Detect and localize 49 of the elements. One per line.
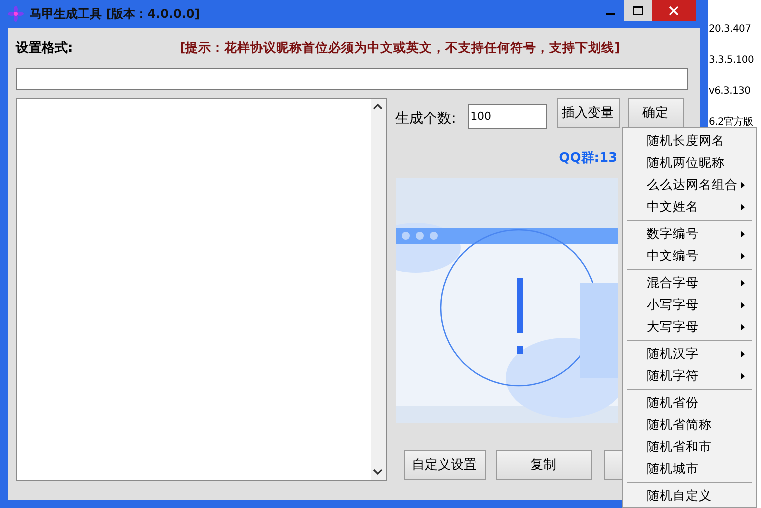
background-list-item: 3.3.5.100 bbox=[709, 54, 756, 68]
copy-button[interactable]: 复制 bbox=[496, 450, 592, 480]
custom-settings-button[interactable]: 自定义设置 bbox=[404, 450, 486, 480]
submenu-arrow-icon bbox=[741, 302, 745, 308]
menu-item[interactable]: 大写字母 bbox=[625, 316, 754, 338]
background-list-item: 6.2官方版 bbox=[709, 116, 754, 130]
background-list-item: 20.3.407 bbox=[709, 23, 752, 37]
submenu-arrow-icon bbox=[741, 230, 745, 238]
menu-item[interactable]: 小写字母 bbox=[625, 294, 754, 316]
close-button[interactable] bbox=[652, 0, 696, 21]
menu-item[interactable]: 随机省份 bbox=[625, 392, 754, 414]
maximize-icon bbox=[633, 6, 643, 16]
menu-item[interactable]: 数字编号 bbox=[625, 223, 754, 245]
menu-item[interactable]: 中文姓名 bbox=[625, 196, 754, 218]
minimize-icon bbox=[606, 13, 614, 15]
window-title: 马甲生成工具 [版本：4.0.0.0] bbox=[30, 6, 202, 22]
menu-item[interactable]: 随机长度网名 bbox=[625, 130, 754, 152]
scroll-up-icon[interactable] bbox=[373, 103, 384, 111]
count-input[interactable]: 100 bbox=[468, 104, 547, 129]
menu-item[interactable]: 随机省简称 bbox=[625, 414, 754, 436]
format-label: 设置格式: bbox=[16, 40, 74, 57]
insert-variable-button[interactable]: 插入变量 bbox=[556, 98, 620, 128]
count-label: 生成个数: bbox=[396, 110, 458, 128]
menu-item[interactable]: 随机字符 bbox=[625, 365, 754, 387]
submenu-arrow-icon bbox=[741, 280, 745, 286]
format-input[interactable] bbox=[16, 68, 688, 90]
menu-item[interactable]: 随机省和市 bbox=[625, 436, 754, 458]
submenu-arrow-icon bbox=[741, 372, 745, 380]
menu-item[interactable]: 随机汉字 bbox=[625, 343, 754, 365]
hint-text: [提示：花样协议昵称首位必须为中文或英文，不支持任何符号，支持下划线] bbox=[180, 40, 620, 56]
submenu-arrow-icon bbox=[741, 182, 745, 188]
menu-item[interactable]: 混合字母 bbox=[625, 272, 754, 294]
submenu-arrow-icon bbox=[741, 324, 745, 330]
submenu-arrow-icon bbox=[741, 350, 745, 358]
submenu-arrow-icon bbox=[741, 252, 745, 260]
close-icon bbox=[669, 6, 679, 16]
menu-item[interactable]: 随机城市 bbox=[625, 458, 754, 480]
submenu-arrow-icon bbox=[741, 204, 745, 210]
maximize-button[interactable] bbox=[624, 0, 652, 21]
scroll-down-icon[interactable] bbox=[373, 468, 384, 476]
flower-icon bbox=[8, 6, 24, 22]
background-list-item: v6.3.130 bbox=[709, 85, 752, 99]
menu-item[interactable]: 随机自定义 bbox=[625, 485, 754, 507]
menu-item[interactable]: 随机两位昵称 bbox=[625, 152, 754, 174]
menu-item[interactable]: 中文编号 bbox=[625, 245, 754, 267]
confirm-button[interactable]: 确定 bbox=[628, 98, 684, 128]
menu-item[interactable]: 么么达网名组合 bbox=[625, 174, 754, 196]
scrollbar[interactable] bbox=[370, 99, 386, 480]
qq-group-text: QQ群:13 bbox=[559, 150, 618, 167]
